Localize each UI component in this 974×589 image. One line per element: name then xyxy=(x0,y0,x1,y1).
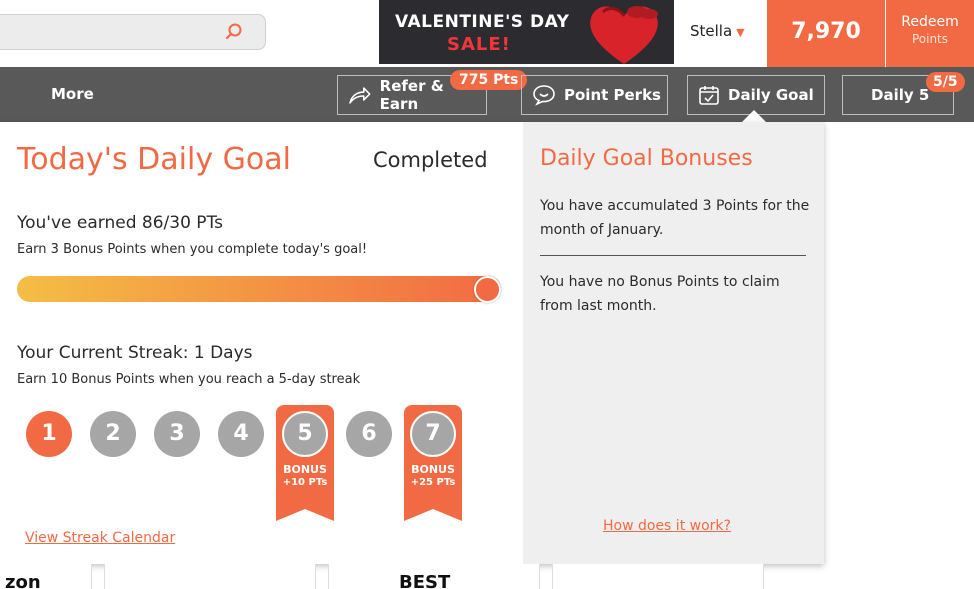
banner-subtitle: SALE! xyxy=(447,34,511,55)
bonus-ribbon-day7: 7 BONUS +25 PTs xyxy=(404,405,462,521)
calendar-check-icon xyxy=(699,86,719,105)
search-icon[interactable] xyxy=(225,23,243,41)
ribbon-tail xyxy=(404,501,462,521)
daily-goal-title: Today's Daily Goal xyxy=(17,142,291,177)
bonus-label: BONUS xyxy=(283,463,327,476)
streak-day: 4 xyxy=(218,411,264,457)
goal-progress-knob xyxy=(474,276,501,303)
bonus-points: +25 PTs xyxy=(410,477,456,488)
banner-title: VALENTINE'S DAY xyxy=(395,12,570,32)
streak-day: 7 xyxy=(410,411,456,457)
bonus-points: +10 PTs xyxy=(282,477,328,488)
streak-day: 3 xyxy=(154,411,200,457)
bonuses-panel: Daily Goal Bonuses You have accumulated … xyxy=(523,122,824,564)
accumulated-text: You have accumulated 3 Points for the mo… xyxy=(540,198,810,238)
offer-card[interactable] xyxy=(104,564,316,589)
goal-bonus-text: Earn 3 Bonus Points when you complete to… xyxy=(17,242,368,257)
offer-card[interactable]: zon xyxy=(0,564,92,589)
point-perks-label: Point Perks xyxy=(564,86,661,104)
redeem-label: Redeem xyxy=(901,14,959,30)
daily-goal-dropdown: Today's Daily Goal Completed You've earn… xyxy=(0,122,824,564)
ribbon-tail xyxy=(276,501,334,521)
how-does-it-work-link[interactable]: How does it work? xyxy=(603,518,731,534)
bonus-ribbon-day5: 5 BONUS +10 PTs xyxy=(276,405,334,521)
divider xyxy=(540,255,806,256)
offer-card[interactable]: BEST xyxy=(328,564,540,589)
bonus-label: BONUS xyxy=(411,463,455,476)
user-menu[interactable]: Stella ▼ xyxy=(690,22,745,40)
daily-5-label: Daily 5 xyxy=(871,86,930,104)
point-perks-button[interactable]: Point Perks xyxy=(521,75,668,115)
offer-card-label: zon xyxy=(5,572,41,589)
points-earned-text: You've earned 86/30 PTs xyxy=(17,213,223,233)
no-bonus-text: You have no Bonus Points to claim from l… xyxy=(540,274,780,314)
view-streak-calendar-link[interactable]: View Streak Calendar xyxy=(25,530,175,546)
streak-day: 2 xyxy=(90,411,136,457)
redeem-button[interactable]: Redeem Points xyxy=(886,0,974,67)
search-input[interactable] xyxy=(0,14,266,50)
dropdown-pointer xyxy=(742,110,766,122)
streak-day: 1 xyxy=(26,411,72,457)
daily-goal-label: Daily Goal xyxy=(728,86,814,104)
daily-goal-button[interactable]: Daily Goal xyxy=(687,75,825,115)
offer-card[interactable] xyxy=(552,564,764,589)
streak-bonus-text: Earn 10 Bonus Points when you reach a 5-… xyxy=(17,372,361,387)
goal-status: Completed xyxy=(373,148,488,172)
top-header: VALENTINE'S DAY SALE! Stella ▼ 7,970 Rede… xyxy=(0,0,974,67)
goal-progress-fill xyxy=(17,276,501,302)
heart-gift-icon xyxy=(590,6,658,64)
streak-day: 6 xyxy=(346,411,392,457)
user-name: Stella xyxy=(690,22,733,40)
nav-more[interactable]: More xyxy=(51,85,94,103)
speech-bubble-icon xyxy=(533,85,555,106)
nav-bar: More Refer & Earn 775 Pts Point Perks Da… xyxy=(0,67,974,122)
refer-points-badge: 775 Pts xyxy=(450,70,528,90)
daily-5-badge: 5/5 xyxy=(926,72,965,92)
chevron-down-icon: ▼ xyxy=(736,26,745,39)
redeem-sublabel: Points xyxy=(911,32,949,46)
share-arrow-icon xyxy=(349,87,371,104)
streak-day: 5 xyxy=(282,411,328,457)
goal-progress-bar xyxy=(17,276,501,303)
bonuses-title: Daily Goal Bonuses xyxy=(540,146,753,171)
current-streak-text: Your Current Streak: 1 Days xyxy=(17,343,253,363)
points-total[interactable]: 7,970 xyxy=(767,0,885,67)
offer-card-label: BEST xyxy=(399,572,451,589)
valentines-sale-banner[interactable]: VALENTINE'S DAY SALE! xyxy=(379,0,674,64)
